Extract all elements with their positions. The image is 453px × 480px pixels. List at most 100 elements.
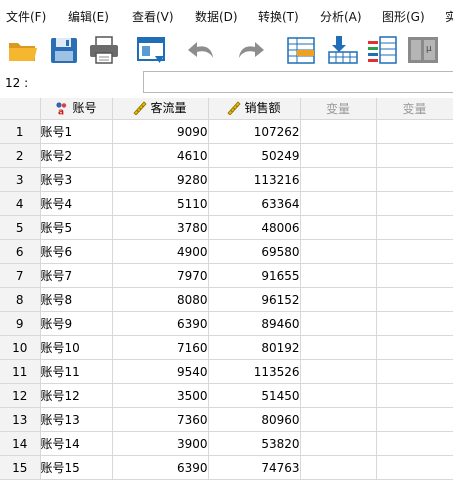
split-file-icon[interactable]: μ [406, 34, 440, 66]
cell-empty[interactable] [300, 263, 377, 288]
row-number[interactable]: 3 [0, 167, 41, 192]
cell-empty[interactable] [300, 119, 377, 144]
cell-empty[interactable] [300, 335, 377, 360]
row-number[interactable]: 7 [0, 263, 41, 288]
menu-file[interactable]: 文件(F) [6, 8, 46, 25]
cell-empty[interactable] [376, 191, 453, 216]
cell-traffic[interactable]: 6390 [112, 311, 209, 336]
cell-sales[interactable]: 113216 [208, 167, 301, 192]
column-header-traffic[interactable]: 客流量 [112, 98, 209, 120]
cell-traffic[interactable]: 4900 [112, 239, 209, 264]
cell-empty[interactable] [376, 407, 453, 432]
cell-traffic[interactable]: 6390 [112, 455, 209, 480]
row-number[interactable]: 8 [0, 287, 41, 312]
print-icon[interactable] [87, 34, 121, 66]
cell-sales[interactable]: 80192 [208, 335, 301, 360]
row-number[interactable]: 13 [0, 407, 41, 432]
row-number[interactable]: 9 [0, 311, 41, 336]
cell-traffic[interactable]: 9090 [112, 119, 209, 144]
cell-account[interactable]: 账号12 [40, 383, 113, 408]
cell-account[interactable]: 账号4 [40, 191, 113, 216]
cell-sales[interactable]: 96152 [208, 287, 301, 312]
cell-empty[interactable] [376, 119, 453, 144]
row-number[interactable]: 6 [0, 239, 41, 264]
save-icon[interactable] [47, 34, 81, 66]
corner-cell[interactable] [0, 98, 41, 120]
cell-empty[interactable] [300, 239, 377, 264]
cell-traffic[interactable]: 8080 [112, 287, 209, 312]
menu-transform[interactable]: 转换(T) [258, 8, 299, 25]
cell-empty[interactable] [376, 431, 453, 456]
cell-account[interactable]: 账号14 [40, 431, 113, 456]
cell-sales[interactable]: 69580 [208, 239, 301, 264]
cell-sales[interactable]: 91655 [208, 263, 301, 288]
cell-sales[interactable]: 50249 [208, 143, 301, 168]
undo-icon[interactable] [185, 34, 219, 66]
cell-sales[interactable]: 113526 [208, 359, 301, 384]
goto-variable-icon[interactable] [326, 34, 360, 66]
cell-empty[interactable] [376, 215, 453, 240]
cell-sales[interactable]: 53820 [208, 431, 301, 456]
column-header-sales[interactable]: 销售额 [208, 98, 301, 120]
cell-empty[interactable] [300, 407, 377, 432]
column-header-account[interactable]: a 账号 [40, 98, 113, 120]
cell-account[interactable]: 账号13 [40, 407, 113, 432]
cell-sales[interactable]: 48006 [208, 215, 301, 240]
cell-empty[interactable] [376, 455, 453, 480]
row-number[interactable]: 10 [0, 335, 41, 360]
row-number[interactable]: 12 [0, 383, 41, 408]
cell-empty[interactable] [376, 359, 453, 384]
cell-traffic[interactable]: 3900 [112, 431, 209, 456]
cell-traffic[interactable]: 3500 [112, 383, 209, 408]
cell-empty[interactable] [300, 143, 377, 168]
cell-empty[interactable] [300, 359, 377, 384]
cell-empty[interactable] [300, 215, 377, 240]
row-number[interactable]: 14 [0, 431, 41, 456]
cell-account[interactable]: 账号8 [40, 287, 113, 312]
cell-empty[interactable] [300, 311, 377, 336]
cell-empty[interactable] [300, 383, 377, 408]
row-number[interactable]: 5 [0, 215, 41, 240]
cell-account[interactable]: 账号1 [40, 119, 113, 144]
menu-graphs[interactable]: 图形(G) [382, 8, 425, 25]
row-number[interactable]: 4 [0, 191, 41, 216]
column-header-empty-var[interactable]: 变量 [300, 98, 377, 120]
cell-traffic[interactable]: 7970 [112, 263, 209, 288]
cell-account[interactable]: 账号15 [40, 455, 113, 480]
redo-icon[interactable] [233, 34, 267, 66]
cell-sales[interactable]: 63364 [208, 191, 301, 216]
cell-empty[interactable] [376, 167, 453, 192]
menu-edit[interactable]: 编辑(E) [68, 8, 109, 25]
cell-empty[interactable] [376, 287, 453, 312]
cell-traffic[interactable]: 9540 [112, 359, 209, 384]
cell-account[interactable]: 账号10 [40, 335, 113, 360]
cell-sales[interactable]: 74763 [208, 455, 301, 480]
cell-empty[interactable] [300, 455, 377, 480]
cell-account[interactable]: 账号2 [40, 143, 113, 168]
cell-empty[interactable] [300, 167, 377, 192]
column-header-empty-var[interactable]: 变量 [376, 98, 453, 120]
cell-value-input[interactable] [143, 71, 453, 93]
menu-view[interactable]: 查看(V) [132, 8, 174, 25]
cell-traffic[interactable]: 7360 [112, 407, 209, 432]
cell-account[interactable]: 账号3 [40, 167, 113, 192]
variables-icon[interactable] [366, 34, 400, 66]
cell-sales[interactable]: 51450 [208, 383, 301, 408]
cell-empty[interactable] [376, 239, 453, 264]
cell-empty[interactable] [300, 191, 377, 216]
cell-account[interactable]: 账号5 [40, 215, 113, 240]
cell-traffic[interactable]: 4610 [112, 143, 209, 168]
cell-account[interactable]: 账号11 [40, 359, 113, 384]
cell-empty[interactable] [376, 143, 453, 168]
menu-utilities[interactable]: 实 [445, 8, 453, 25]
row-number[interactable]: 15 [0, 455, 41, 480]
row-number[interactable]: 1 [0, 119, 41, 144]
cell-account[interactable]: 账号9 [40, 311, 113, 336]
cell-account[interactable]: 账号6 [40, 239, 113, 264]
cell-sales[interactable]: 89460 [208, 311, 301, 336]
cell-empty[interactable] [376, 383, 453, 408]
cell-traffic[interactable]: 7160 [112, 335, 209, 360]
cell-empty[interactable] [376, 311, 453, 336]
cell-empty[interactable] [300, 287, 377, 312]
row-number[interactable]: 11 [0, 359, 41, 384]
